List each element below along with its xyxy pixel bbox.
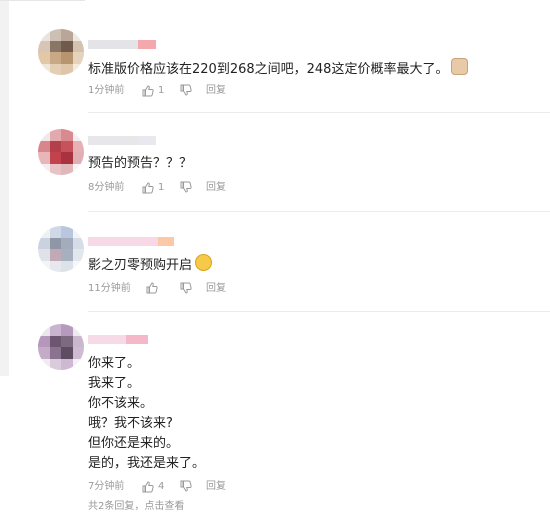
top-divider [0, 0, 85, 1]
emoji-face-icon [195, 254, 213, 271]
emoji-face-icon [451, 58, 469, 75]
like-button[interactable]: 4 [142, 480, 164, 494]
comment-divider [88, 112, 550, 113]
timestamp: 7分钟前 [88, 481, 125, 492]
reply-button[interactable]: 回复 [206, 181, 226, 195]
comment-text-line: 你不该来。 [88, 396, 154, 411]
comment-text-line: 影之刃零预购开启 [88, 258, 193, 273]
thumbs-up-icon [142, 182, 154, 194]
dislike-button[interactable] [180, 480, 192, 492]
reply-button[interactable]: 回复 [206, 282, 226, 296]
thumbs-down-icon [180, 480, 192, 492]
like-count: 1 [158, 182, 165, 193]
avatar[interactable] [38, 324, 84, 370]
comment-text-line: 你来了。 [88, 356, 141, 371]
comment-text-line: 我来了。 [88, 376, 141, 391]
reply-button[interactable]: 回复 [206, 84, 226, 98]
comment-divider [88, 311, 550, 312]
thumbs-down-icon [180, 282, 192, 294]
view-replies-link[interactable]: 共2条回复，点击查看 [88, 497, 184, 512]
comment-text-line: 是的，我还是来了。 [88, 456, 206, 471]
like-button[interactable]: 1 [142, 84, 164, 98]
like-count: 1 [158, 85, 165, 96]
comment-text: 你来了。 我来了。 你不该来。 哦？我不该来? 但你还是来的。 是的，我还是来了… [88, 354, 205, 474]
like-button[interactable]: 1 [142, 181, 164, 195]
thumbs-down-icon [180, 181, 192, 193]
comment-text: 标准版价格应该在220到268之间吧，248这定价概率最大了。 [88, 58, 469, 78]
comment-divider [88, 211, 550, 212]
timestamp: 11分钟前 [88, 283, 131, 294]
like-count: 4 [158, 481, 165, 492]
comment-text: 预告的预告？？？ [88, 154, 192, 174]
comment-text-line: 但你还是来的。 [88, 436, 180, 451]
dislike-button[interactable] [180, 84, 192, 96]
thumbs-up-icon [142, 481, 154, 493]
timestamp: 1分钟前 [88, 85, 125, 96]
dislike-button[interactable] [180, 181, 192, 193]
avatar[interactable] [38, 129, 84, 175]
comment-text-line: 标准版价格应该在220到268之间吧，248这定价概率最大了。 [88, 62, 449, 77]
thumbs-up-icon [146, 282, 158, 294]
avatar[interactable] [38, 226, 84, 272]
timestamp: 8分钟前 [88, 182, 125, 193]
comment-text-line: 预告的预告？？？ [88, 156, 193, 171]
reply-button[interactable]: 回复 [206, 480, 226, 494]
thumbs-down-icon [180, 84, 192, 96]
comment-text-line: 哦？我不该来? [88, 416, 173, 431]
avatar[interactable] [38, 29, 84, 75]
comment-text: 影之刃零预购开启 [88, 254, 213, 274]
thumbs-up-icon [142, 85, 154, 97]
left-scroll-gutter [0, 0, 9, 376]
dislike-button[interactable] [180, 282, 192, 294]
like-button[interactable] [146, 282, 162, 294]
